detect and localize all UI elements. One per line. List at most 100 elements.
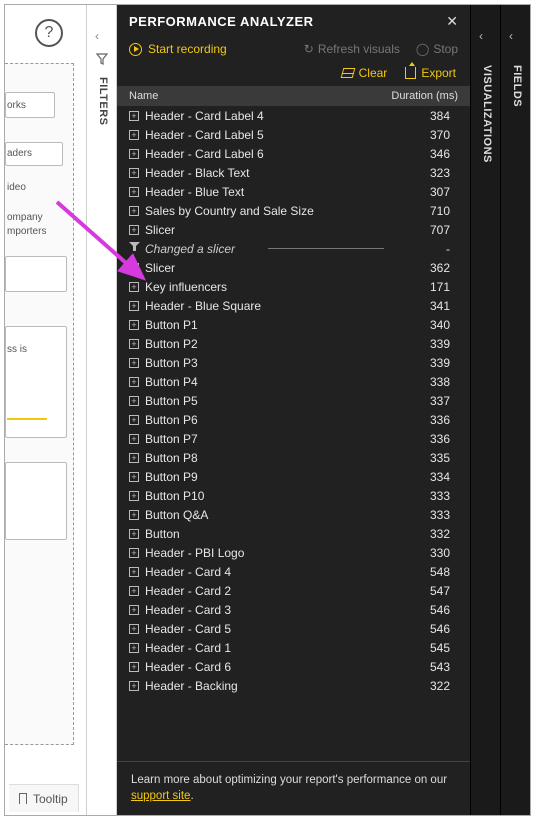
expand-icon[interactable]: +	[129, 395, 145, 407]
col-header-name[interactable]: Name	[129, 90, 378, 102]
fields-pane-collapsed[interactable]: ‹ FIELDS	[500, 5, 530, 815]
visualizations-pane-collapsed[interactable]: ‹ VISUALIZATIONS	[470, 5, 500, 815]
row-duration: 710	[390, 204, 450, 218]
table-row[interactable]: +Button P8335	[117, 448, 462, 467]
expand-icon[interactable]: +	[129, 414, 145, 426]
table-row[interactable]: +Header - Card Label 5370	[117, 125, 462, 144]
expand-icon[interactable]: +	[129, 433, 145, 445]
expand-icon[interactable]: +	[129, 490, 145, 502]
expand-icon[interactable]: +	[129, 623, 145, 635]
row-duration: 322	[390, 679, 450, 693]
expand-icon[interactable]: +	[129, 376, 145, 388]
expand-icon[interactable]: +	[129, 547, 145, 559]
expand-icon[interactable]: +	[129, 167, 145, 179]
row-duration: 547	[390, 584, 450, 598]
table-row[interactable]: +Header - Card Label 4384	[117, 106, 462, 125]
table-row[interactable]: +Header - Black Text323	[117, 163, 462, 182]
table-row[interactable]: +Slicer362	[117, 258, 462, 277]
expand-icon[interactable]: +	[129, 148, 145, 160]
expand-icon[interactable]: +	[129, 661, 145, 673]
stop-button[interactable]: ◯ Stop	[416, 42, 458, 56]
expand-icon[interactable]: +	[129, 642, 145, 654]
canvas-text: aders	[7, 148, 32, 159]
expand-icon[interactable]: +	[129, 566, 145, 578]
expand-icon[interactable]: +	[129, 262, 145, 274]
canvas-text: ss is	[7, 344, 27, 355]
support-site-link[interactable]: support site	[131, 790, 190, 802]
performance-list[interactable]: +Header - Card Label 4384+Header - Card …	[117, 106, 462, 761]
row-name: Button P8	[145, 451, 390, 465]
table-row[interactable]: +Button P7336	[117, 429, 462, 448]
expand-icon[interactable]: +	[129, 338, 145, 350]
row-name: Header - Card 4	[145, 565, 390, 579]
expand-icon[interactable]: +	[129, 319, 145, 331]
table-row[interactable]: +Header - Card 3546	[117, 600, 462, 619]
page-tab-icon	[19, 793, 27, 804]
expand-icon[interactable]: +	[129, 585, 145, 597]
table-row[interactable]: +Sales by Country and Sale Size710	[117, 201, 462, 220]
filters-pane-collapsed[interactable]: ‹ FILTERS	[87, 5, 117, 815]
report-canvas-strip: ? orks aders ideo ompany mporters 👍 👎 ss…	[5, 5, 87, 815]
row-name: Button P10	[145, 489, 390, 503]
expand-icon[interactable]: +	[129, 205, 145, 217]
filters-icon	[96, 53, 108, 65]
expand-icon[interactable]: +	[129, 604, 145, 616]
table-row[interactable]: +Button P10333	[117, 486, 462, 505]
table-row[interactable]: +Header - Backing322	[117, 676, 462, 695]
table-row[interactable]: +Header - Card 1545	[117, 638, 462, 657]
table-row[interactable]: +Header - Blue Square341	[117, 296, 462, 315]
row-duration: 337	[390, 394, 450, 408]
table-row[interactable]: +Header - Card 5546	[117, 619, 462, 638]
table-row[interactable]: +Button P1340	[117, 315, 462, 334]
refresh-icon: ↻	[304, 42, 314, 56]
table-row[interactable]: +Button Q&A333	[117, 505, 462, 524]
expand-icon[interactable]: +	[129, 357, 145, 369]
expand-icon[interactable]: +	[129, 129, 145, 141]
expand-icon[interactable]: +	[129, 224, 145, 236]
table-row[interactable]: +Button P5337	[117, 391, 462, 410]
table-row[interactable]: +Button P2339	[117, 334, 462, 353]
page-tab-tooltip[interactable]: Tooltip	[9, 784, 79, 812]
row-name: Header - Card 3	[145, 603, 390, 617]
row-name: Header - Backing	[145, 679, 390, 693]
expand-icon[interactable]: +	[129, 528, 145, 540]
event-divider	[268, 248, 385, 249]
export-button[interactable]: Export	[405, 66, 456, 80]
chevron-left-icon: ‹	[479, 29, 483, 43]
expand-icon[interactable]: +	[129, 452, 145, 464]
table-row[interactable]: +Header - Card Label 6346	[117, 144, 462, 163]
expand-icon[interactable]: +	[129, 110, 145, 122]
row-name: Header - PBI Logo	[145, 546, 390, 560]
canvas-dashed-area: orks aders ideo ompany mporters 👍 👎 ss i…	[5, 63, 74, 745]
table-row[interactable]: +Button P6336	[117, 410, 462, 429]
table-row[interactable]: +Header - PBI Logo330	[117, 543, 462, 562]
table-row[interactable]: +Header - Blue Text307	[117, 182, 462, 201]
expand-icon[interactable]: +	[129, 186, 145, 198]
table-row[interactable]: +Header - Card 4548	[117, 562, 462, 581]
table-row[interactable]: +Header - Card 2547	[117, 581, 462, 600]
clear-button[interactable]: Clear	[342, 66, 388, 80]
close-icon[interactable]: ✕	[446, 13, 458, 30]
table-row[interactable]: +Button P3339	[117, 353, 462, 372]
help-button[interactable]: ?	[35, 19, 63, 47]
export-label: Export	[421, 66, 456, 80]
table-row[interactable]: +Slicer707	[117, 220, 462, 239]
expand-icon[interactable]: +	[129, 281, 145, 293]
table-row[interactable]: +Key influencers171	[117, 277, 462, 296]
col-header-duration[interactable]: Duration (ms)	[378, 90, 458, 102]
expand-icon[interactable]: +	[129, 680, 145, 692]
table-row[interactable]: +Header - Card 6543	[117, 657, 462, 676]
expand-icon[interactable]: +	[129, 471, 145, 483]
row-duration: 545	[390, 641, 450, 655]
expand-icon[interactable]: +	[129, 509, 145, 521]
start-recording-button[interactable]: Start recording	[129, 42, 227, 56]
play-icon	[129, 43, 142, 56]
expand-icon[interactable]: +	[129, 300, 145, 312]
table-row[interactable]: Changed a slicer-	[117, 239, 462, 258]
table-row[interactable]: +Button332	[117, 524, 462, 543]
panel-footer: Learn more about optimizing your report'…	[117, 761, 470, 815]
row-name: Header - Card 5	[145, 622, 390, 636]
table-row[interactable]: +Button P9334	[117, 467, 462, 486]
refresh-visuals-button[interactable]: ↻ Refresh visuals	[304, 42, 400, 56]
table-row[interactable]: +Button P4338	[117, 372, 462, 391]
